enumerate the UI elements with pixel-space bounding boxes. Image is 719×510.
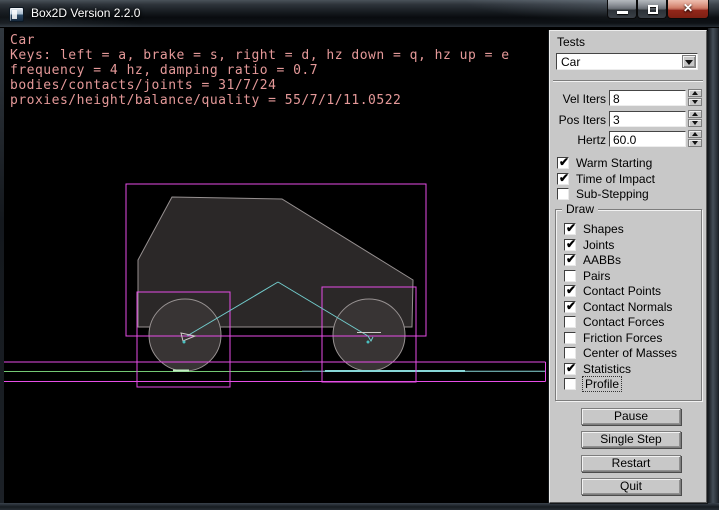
chevron-down-icon <box>685 60 693 65</box>
stats-line: bodies/contacts/joints = 31/7/24 <box>10 78 510 93</box>
window-title: Box2D Version 2.2.0 <box>31 0 140 28</box>
contact-forces-checkbox[interactable] <box>564 316 576 328</box>
arrow-down-icon <box>692 100 698 104</box>
time-of-impact-checkbox[interactable]: ✔ <box>557 173 569 185</box>
sub-stepping-checkbox[interactable] <box>557 188 569 200</box>
pairs-checkbox[interactable] <box>564 270 576 282</box>
control-panel: Tests Car Vel Iters8Pos Iters3Hertz60.0 … <box>549 30 707 503</box>
hertz-spinner-up-button[interactable] <box>688 130 702 138</box>
friction-forces-checkbox[interactable] <box>564 332 576 344</box>
pos-iters-field[interactable]: 3 <box>609 111 686 127</box>
vel-iters-spinner-down-button[interactable] <box>688 98 702 106</box>
tests-label: Tests <box>557 35 585 49</box>
gl-canvas[interactable]: CarKeys: left = a, brake = s, right = d,… <box>4 28 546 503</box>
check-icon: ✔ <box>566 221 576 235</box>
hertz-spinner-down-button[interactable] <box>688 139 702 147</box>
vel-iters-spinner-up-button[interactable] <box>688 89 702 97</box>
check-icon: ✔ <box>566 283 576 297</box>
pos-iters-spinner-down-button[interactable] <box>688 119 702 127</box>
arrow-up-icon <box>692 132 698 136</box>
quit-button[interactable]: Quit <box>581 478 681 495</box>
pause-button[interactable]: Pause <box>581 408 681 425</box>
vel-iters-field[interactable]: 8 <box>609 90 686 106</box>
check-icon: ✔ <box>559 155 569 169</box>
center-of-masses-checkbox-label[interactable]: Center of Masses <box>583 346 677 360</box>
contact-points-checkbox[interactable]: ✔ <box>564 285 576 297</box>
rear-wheel-shape <box>333 299 405 371</box>
test-name-text: Car <box>10 33 510 48</box>
app-icon <box>9 7 24 22</box>
tests-dropdown-value: Car <box>561 55 580 69</box>
close-icon: ✕ <box>668 1 708 15</box>
joint-point-dot <box>183 341 186 344</box>
pos-iters-label: Pos Iters <box>550 113 606 127</box>
aabbs-checkbox[interactable]: ✔ <box>564 254 576 266</box>
hertz-field[interactable]: 60.0 <box>609 131 686 147</box>
app-window: Box2D Version 2.2.0 ✕ CarKeys: left = a,… <box>0 0 719 510</box>
tests-dropdown-arrow-button[interactable] <box>682 55 696 68</box>
statistics-checkbox[interactable]: ✔ <box>564 363 576 375</box>
joints-checkbox-label[interactable]: Joints <box>583 238 614 252</box>
arrow-down-icon <box>692 141 698 145</box>
check-icon: ✔ <box>566 252 576 266</box>
check-icon: ✔ <box>566 299 576 313</box>
joint-point-dot <box>367 341 370 344</box>
front-wheel-shape <box>149 299 221 371</box>
shapes-checkbox[interactable]: ✔ <box>564 223 576 235</box>
arrow-down-icon <box>692 121 698 125</box>
warm-starting-checkbox[interactable]: ✔ <box>557 157 569 169</box>
minimize-button[interactable] <box>607 0 637 19</box>
stats-line: frequency = 4 hz, damping ratio = 0.7 <box>10 63 510 78</box>
panel-separator <box>553 80 703 82</box>
debug-stats-text: CarKeys: left = a, brake = s, right = d,… <box>10 33 510 108</box>
pos-iters-spinner <box>688 110 702 127</box>
restart-button[interactable]: Restart <box>581 455 681 472</box>
profile-checkbox-label[interactable]: Profile <box>583 377 621 391</box>
window-border-right <box>708 28 719 510</box>
draw-group-label: Draw <box>562 202 598 216</box>
center-of-masses-checkbox[interactable] <box>564 347 576 359</box>
shapes-checkbox-label[interactable]: Shapes <box>583 222 624 236</box>
statistics-checkbox-label[interactable]: Statistics <box>583 362 631 376</box>
contact-forces-checkbox-label[interactable]: Contact Forces <box>583 315 664 329</box>
maximize-button[interactable] <box>637 0 667 19</box>
aabbs-checkbox-label[interactable]: AABBs <box>583 253 621 267</box>
tests-dropdown[interactable]: Car <box>556 53 698 70</box>
check-icon: ✔ <box>566 361 576 375</box>
arrow-up-icon <box>692 112 698 116</box>
contact-points-checkbox-label[interactable]: Contact Points <box>583 284 661 298</box>
profile-checkbox[interactable] <box>564 378 576 390</box>
pos-iters-spinner-up-button[interactable] <box>688 110 702 118</box>
stats-line: proxies/height/balance/quality = 55/7/1/… <box>10 93 510 108</box>
minimize-icon <box>617 11 628 14</box>
close-button[interactable]: ✕ <box>667 0 709 19</box>
contact-normals-checkbox[interactable]: ✔ <box>564 301 576 313</box>
time-of-impact-checkbox-label[interactable]: Time of Impact <box>576 172 655 186</box>
check-icon: ✔ <box>559 171 569 185</box>
contact-normals-checkbox-label[interactable]: Contact Normals <box>583 300 672 314</box>
hertz-label: Hertz <box>550 133 606 147</box>
pairs-checkbox-label[interactable]: Pairs <box>583 269 610 283</box>
check-icon: ✔ <box>566 237 576 251</box>
single-step-button[interactable]: Single Step <box>581 431 681 448</box>
hertz-spinner <box>688 130 702 147</box>
friction-forces-checkbox-label[interactable]: Friction Forces <box>583 331 662 345</box>
window-border-bottom <box>0 503 719 510</box>
arrow-up-icon <box>692 91 698 95</box>
maximize-icon <box>648 5 658 14</box>
warm-starting-checkbox-label[interactable]: Warm Starting <box>576 156 652 170</box>
stats-line: Keys: left = a, brake = s, right = d, hz… <box>10 48 510 63</box>
vel-iters-label: Vel Iters <box>550 92 606 106</box>
joints-checkbox[interactable]: ✔ <box>564 239 576 251</box>
vel-iters-spinner <box>688 89 702 106</box>
sub-stepping-checkbox-label[interactable]: Sub-Stepping <box>576 187 649 201</box>
